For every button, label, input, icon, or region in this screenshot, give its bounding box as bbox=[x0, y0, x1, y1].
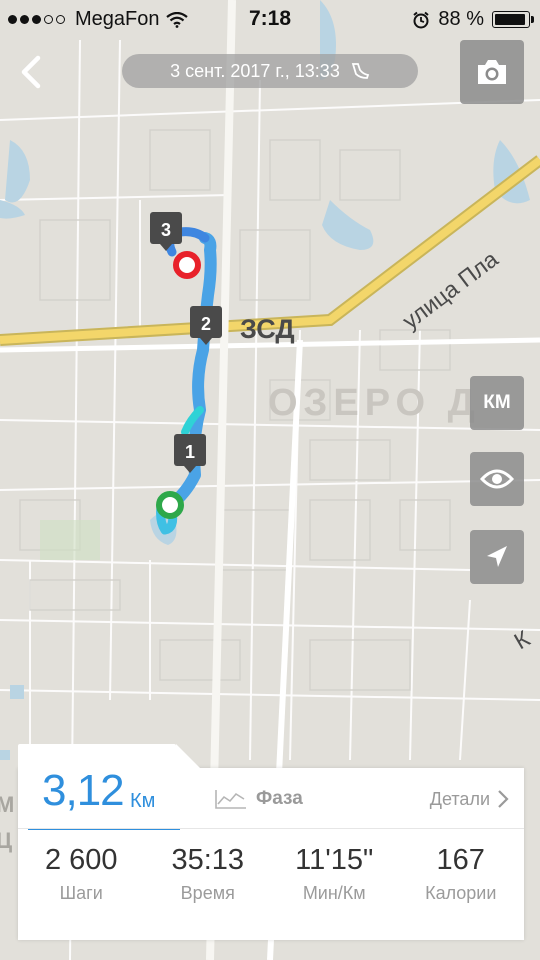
view-toggle-button[interactable] bbox=[470, 452, 524, 506]
distance-unit: Км bbox=[130, 790, 156, 812]
distance-value: 3,12 bbox=[42, 766, 125, 815]
map-label-left-c: Ц bbox=[0, 828, 12, 853]
alarm-icon bbox=[413, 11, 430, 28]
phase-label: Фаза bbox=[256, 788, 303, 809]
stat-label: Калории bbox=[425, 883, 497, 903]
details-link[interactable]: Детали bbox=[430, 788, 510, 810]
chart-area-icon bbox=[215, 790, 246, 809]
stat-value: 2 600 bbox=[44, 844, 118, 876]
stat-value: 11'15" bbox=[295, 844, 374, 876]
map-label-highway: ЗСД bbox=[240, 314, 295, 344]
battery-group: 88 % bbox=[412, 8, 534, 31]
stat-pace: 11'15" Мин/Км bbox=[271, 844, 398, 904]
stat-steps: 2 600 Шаги bbox=[18, 844, 145, 904]
chevron-left-icon bbox=[21, 55, 41, 89]
unit-toggle-button[interactable]: КМ bbox=[470, 376, 524, 430]
details-label: Детали bbox=[429, 788, 490, 809]
workout-date-pill: 3 сент. 2017 г., 13:33 bbox=[122, 54, 418, 88]
phase-tab[interactable]: Фаза bbox=[214, 788, 303, 810]
map-label-left-m: M bbox=[0, 792, 14, 817]
stat-calories: 167 Калории bbox=[398, 844, 525, 904]
workout-date: 3 сент. 2017 г., 13:33 bbox=[170, 60, 340, 81]
status-bar: MegaFon 7:18 88 % bbox=[0, 0, 540, 40]
km-marker-3-label: 3 bbox=[161, 220, 171, 240]
stat-value: 35:13 bbox=[171, 844, 245, 876]
km-marker-2-label: 2 bbox=[201, 314, 211, 334]
navigation-arrow-icon bbox=[487, 546, 507, 567]
stats-row: 2 600 Шаги 35:13 Время 11'15" Мин/Км 167… bbox=[18, 844, 524, 904]
stat-value: 167 bbox=[436, 844, 485, 876]
locate-button[interactable] bbox=[470, 530, 524, 584]
panel-divider bbox=[18, 828, 524, 829]
battery-percent: 88 % bbox=[438, 8, 484, 30]
stat-label: Время bbox=[180, 883, 235, 903]
battery-icon bbox=[492, 11, 534, 28]
stat-time: 35:13 Время bbox=[145, 844, 272, 904]
chevron-right-icon bbox=[498, 790, 509, 808]
distance-tab[interactable]: 3,12 Км bbox=[18, 744, 200, 828]
map-label-lake: ОЗЕРО Д bbox=[268, 382, 481, 424]
stat-label: Шаги bbox=[59, 883, 103, 903]
shoe-icon bbox=[351, 63, 370, 79]
summary-panel: 3,12 Км Фаза Детали 2 600 Шаги 35:13 Вре… bbox=[18, 744, 524, 940]
camera-icon bbox=[478, 60, 506, 84]
stat-label: Мин/Км bbox=[302, 883, 366, 903]
eye-icon bbox=[480, 469, 514, 489]
unit-toggle-label: КМ bbox=[483, 392, 511, 413]
camera-button[interactable] bbox=[460, 40, 524, 104]
back-button[interactable] bbox=[14, 52, 50, 92]
km-marker-1-label: 1 bbox=[185, 442, 195, 462]
